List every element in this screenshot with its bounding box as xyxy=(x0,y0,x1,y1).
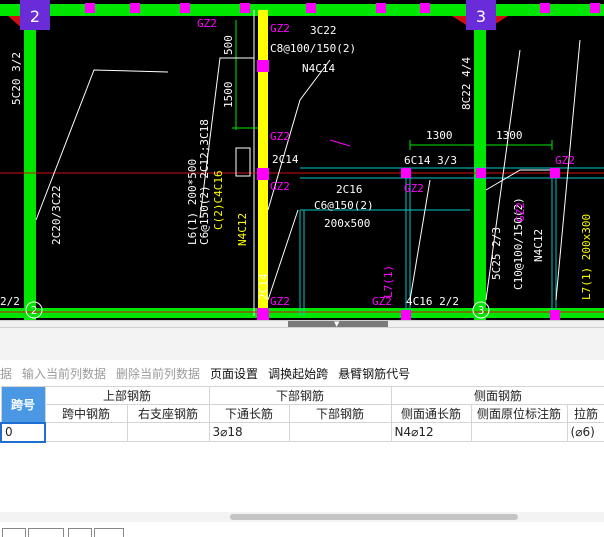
cell-lower-bar[interactable] xyxy=(288,422,392,442)
mid-rebar-2c16: 2C16 xyxy=(336,183,363,196)
sheet-tab[interactable] xyxy=(28,528,64,537)
dimension-1300-b: 1300 xyxy=(496,129,523,142)
stirrup-text: C8@100/150(2) xyxy=(270,42,356,55)
toolbar-spacer xyxy=(0,328,604,360)
mid-beam-size: 200x500 xyxy=(324,217,370,230)
beam-l6-line-3: C(2)C4C16 xyxy=(212,170,225,230)
toolbar-swap-start-span[interactable]: 调换起始跨 xyxy=(263,365,333,382)
cell-span[interactable]: 0 xyxy=(0,421,46,443)
column-header-span[interactable]: 跨号 xyxy=(0,386,46,423)
toolbar-delete-column-data[interactable]: 删除当前列数据 xyxy=(111,365,205,382)
gz2-label: GZ2 xyxy=(514,202,527,222)
mid-stirrup-c6: C6@150(2) xyxy=(314,199,374,212)
toolbar-item-data[interactable]: 据 xyxy=(0,365,17,382)
column-header-mid-span[interactable]: 跨中钢筋 xyxy=(44,404,128,423)
cell-right-support[interactable] xyxy=(126,422,210,442)
right-rebar-5c25: 5C25 2/3 xyxy=(490,227,503,280)
panel-splitter[interactable]: ▼ xyxy=(0,320,604,328)
table-toolbar: 据 输入当前列数据 删除当前列数据 页面设置 调换起始跨 悬臂钢筋代号 xyxy=(0,360,604,386)
top-rebar-6c14: 6C14 3/3 xyxy=(404,154,457,167)
gz2-label: GZ2 xyxy=(555,154,575,167)
column-header-side-original[interactable]: 侧面原位标注筋 xyxy=(470,404,568,423)
axis-marker-2-label: 2 xyxy=(30,7,40,26)
sheet-tab[interactable] xyxy=(68,528,92,537)
axis-circle-3-label: 3 xyxy=(478,304,485,317)
cell-lower-through[interactable]: 3⌀18 xyxy=(208,422,290,442)
left-column-beam xyxy=(24,8,36,320)
chevron-down-icon[interactable]: ▼ xyxy=(334,321,339,328)
rebar-table: 跨号 上部钢筋 下部钢筋 侧面钢筋 跨中钢筋 右支座钢筋 下通长筋 下部钢筋 侧… xyxy=(0,386,604,443)
toolbar-cantilever-code[interactable]: 悬臂钢筋代号 xyxy=(333,365,415,382)
selected-column xyxy=(258,10,268,316)
mid-rebar-2c14: 2C14 xyxy=(272,153,299,166)
beam-l6-line-2: C6@150(2) 2C12;3C18 xyxy=(198,119,211,245)
gz2-label: GZ2 xyxy=(270,180,290,193)
column-header-tie-bar[interactable]: 拉筋 xyxy=(566,404,604,423)
gz2-label: GZ2 xyxy=(270,295,290,308)
right-rebar-8c22: 8C22 4/4 xyxy=(460,57,473,110)
gz2-label: GZ2 xyxy=(404,182,424,195)
left-rebar-2-2: 2/2 xyxy=(0,295,20,308)
dimension-1300-a: 1300 xyxy=(426,129,453,142)
cad-drawing-canvas[interactable]: 2 3 2 3 GZ2 GZ2 3C22 C8@100/150(2) N4C14… xyxy=(0,0,604,320)
dimension-500: 500 xyxy=(222,35,235,55)
column-header-lower-through[interactable]: 下通长筋 xyxy=(208,404,290,423)
side-rebar-text: N4C14 xyxy=(302,62,335,75)
bottom-beam xyxy=(0,308,604,318)
gz2-label: GZ2 xyxy=(197,17,217,30)
horizontal-scrollbar[interactable] xyxy=(0,512,604,522)
left-rebar-2c20: 2C20/3C22 xyxy=(50,185,63,245)
sheet-tab[interactable] xyxy=(2,528,26,537)
column-header-side-through[interactable]: 侧面通长筋 xyxy=(390,404,472,423)
scrollbar-thumb[interactable] xyxy=(230,514,518,520)
cell-side-original[interactable] xyxy=(470,422,568,442)
left-rebar-5c20: 5C20 3/2 xyxy=(10,52,23,105)
axis-marker-3-label: 3 xyxy=(476,7,486,26)
cell-mid-span[interactable] xyxy=(44,422,128,442)
dimension-1500: 1500 xyxy=(222,82,235,109)
table-row: 0 3⌀18 N4⌀12 (⌀6) xyxy=(0,421,604,443)
bottom-rebar-4c16: 4C16 2/2 xyxy=(406,295,459,308)
cad-drawing: 2 3 2 3 GZ2 GZ2 3C22 C8@100/150(2) N4C14… xyxy=(0,0,604,320)
group-header-upper: 上部钢筋 xyxy=(44,386,210,405)
group-header-lower: 下部钢筋 xyxy=(208,386,392,405)
axis-circle-2-label: 2 xyxy=(31,304,38,317)
right-column-beam xyxy=(474,8,486,320)
bottom-rebar-2c14: 2C14 xyxy=(257,273,270,300)
group-header-side: 侧面钢筋 xyxy=(390,386,604,405)
toolbar-page-setup[interactable]: 页面设置 xyxy=(205,365,263,382)
sheet-tab[interactable] xyxy=(94,528,124,537)
column-header-lower-bar[interactable]: 下部钢筋 xyxy=(288,404,392,423)
beam-label-l7-b: L7(1) 200x300 xyxy=(580,214,593,300)
cell-side-through[interactable]: N4⌀12 xyxy=(390,422,472,442)
sheet-tab-strip xyxy=(0,522,604,537)
column-header-right-support[interactable]: 右支座钢筋 xyxy=(126,404,210,423)
beam-l6-line-4: N4C12 xyxy=(236,213,249,246)
toolbar-input-column-data[interactable]: 输入当前列数据 xyxy=(17,365,111,382)
beam-label-l7: L7(1) xyxy=(382,265,395,298)
beam-rebar-3c22: 3C22 xyxy=(310,24,337,37)
gz2-label: GZ2 xyxy=(270,130,290,143)
cell-tie-bar[interactable]: (⌀6) xyxy=(566,422,604,442)
gz2-label: GZ2 xyxy=(270,22,290,35)
right-side-n4c12: N4C12 xyxy=(532,229,545,262)
